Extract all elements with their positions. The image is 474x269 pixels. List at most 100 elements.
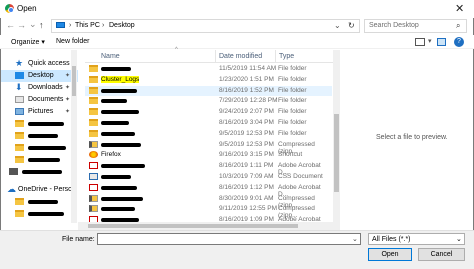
sidebar-item-redacted[interactable] (1, 208, 78, 220)
view-dropdown-icon[interactable]: ▾ (428, 37, 432, 45)
file-row[interactable]: 9/5/2019 12:53 PM File folder (85, 129, 332, 139)
file-type: File folder (278, 97, 307, 105)
file-date: 7/29/2019 12:28 PM (219, 97, 278, 105)
file-type: File folder (278, 75, 307, 83)
chevron-down-icon[interactable]: ⌄ (352, 235, 358, 243)
column-name[interactable]: Name (101, 53, 120, 60)
redaction (28, 146, 66, 150)
view-icon[interactable] (415, 38, 425, 46)
pin-icon: ✦ (65, 109, 71, 115)
file-type: File folder (278, 119, 307, 126)
sidebar-item-redacted[interactable] (1, 118, 78, 130)
sort-indicator-icon: ^ (175, 47, 178, 53)
file-list-scrollbar[interactable] (333, 50, 340, 223)
column-divider[interactable] (275, 50, 276, 63)
column-date[interactable]: Date modified (219, 53, 262, 60)
scrollbar-thumb[interactable] (88, 224, 298, 228)
sidebar-item-quick-access[interactable]: ★ Quick access (1, 58, 78, 70)
close-button[interactable]: ✕ (455, 2, 464, 15)
folder-icon (15, 120, 24, 127)
file-row[interactable]: 9/5/2019 12:53 PM Compressed (zipp... (85, 140, 332, 155)
title-bar: Open ✕ (0, 0, 474, 18)
sidebar-item-redacted[interactable] (1, 142, 78, 154)
redaction (28, 134, 58, 138)
desktop-icon (15, 72, 24, 79)
address-bar[interactable]: › This PC › Desktop ⌄ ↻ (51, 19, 360, 33)
file-date: 1/23/2020 1:51 PM (219, 75, 274, 83)
search-icon: ⌕ (456, 21, 461, 30)
redaction (101, 185, 137, 190)
redaction (101, 67, 131, 71)
folder-icon (15, 156, 24, 163)
up-button[interactable]: ↑ (39, 20, 44, 30)
chrome-icon (5, 4, 14, 13)
help-icon[interactable]: ? (454, 37, 464, 47)
search-box[interactable]: Search Desktop ⌕ (364, 19, 467, 33)
file-row[interactable]: 7/29/2019 12:28 PM File folder (85, 96, 332, 106)
css-icon (89, 173, 98, 180)
forward-button[interactable]: → (17, 20, 26, 30)
cloud-icon: ☁ (7, 184, 16, 194)
folder-icon (15, 210, 24, 217)
file-row[interactable]: 8/16/2019 3:04 PM File folder (85, 118, 332, 128)
file-date: 8/30/2019 9:01 AM (219, 194, 274, 202)
sidebar-item-redacted[interactable] (1, 196, 78, 208)
file-row[interactable]: 8/16/2019 1:11 PM Adobe Acrobat D... (85, 161, 332, 176)
sidebar-scrollbar[interactable] (71, 50, 77, 223)
pin-icon: ✦ (65, 85, 71, 91)
file-row[interactable]: 10/3/2019 7:09 AM CSS Document (85, 172, 332, 182)
redaction (101, 164, 145, 169)
download-icon: ⬇ (15, 82, 23, 92)
sidebar-item-label: Downloads (28, 84, 63, 91)
pdf-icon (89, 162, 98, 170)
file-row[interactable]: 8/16/2019 1:52 PM File folder (85, 85, 332, 96)
file-row[interactable]: 8/30/2019 9:01 AM Compressed (zipp... (85, 194, 332, 209)
refresh-icon[interactable]: ↻ (348, 21, 355, 30)
preview-pane-icon[interactable] (437, 38, 446, 46)
sidebar-item-onedrive[interactable]: ☁ OneDrive - Persor (1, 184, 78, 196)
file-row[interactable]: 8/16/2019 1:12 PM Adobe Acrobat D... (85, 183, 332, 198)
file-row[interactable]: 11/5/2019 11:54 AM File folder (85, 64, 332, 74)
file-type: File folder (278, 108, 307, 116)
sidebar-item-redacted[interactable] (1, 154, 78, 166)
sidebar-item-label: Quick access (28, 60, 70, 67)
recent-locations-button[interactable]: ⌄ (29, 19, 37, 30)
sidebar-item-pictures[interactable]: Pictures ✦ (1, 106, 78, 118)
sidebar-item-desktop[interactable]: Desktop ✦ (1, 70, 78, 82)
pin-icon: ✦ (65, 97, 71, 103)
file-row[interactable]: Cluster_Logs 1/23/2020 1:51 PM File folder (85, 75, 332, 85)
column-divider[interactable] (215, 50, 216, 63)
chevron-down-icon: ⌄ (456, 236, 462, 243)
file-name: Cluster_Logs (101, 75, 140, 83)
sidebar-item-downloads[interactable]: ⬇ Downloads ✦ (1, 82, 78, 94)
file-row[interactable]: 9/24/2019 2:07 PM File folder (85, 107, 332, 117)
new-folder-button[interactable]: New folder (56, 38, 89, 45)
folder-icon (15, 132, 24, 139)
redaction (22, 170, 62, 174)
sidebar-item-redacted[interactable] (1, 130, 78, 142)
zip-icon (89, 205, 98, 213)
scrollbar-thumb[interactable] (334, 114, 339, 192)
sidebar-item-redacted[interactable] (1, 166, 78, 178)
breadcrumb-this-pc[interactable]: This PC (75, 22, 100, 29)
file-type-select[interactable]: All Files (*.*) ⌄ (368, 233, 465, 245)
open-button[interactable]: Open (368, 248, 412, 261)
folder-icon (89, 97, 98, 105)
scrollbar-thumb[interactable] (72, 66, 76, 96)
file-row[interactable]: 9/11/2019 12:55 PM Compressed (zipp... (85, 204, 332, 219)
cancel-button[interactable]: Cancel (418, 248, 465, 261)
column-type[interactable]: Type (279, 53, 294, 60)
back-button[interactable]: ← (6, 20, 15, 30)
sidebar-item-documents[interactable]: Documents ✦ (1, 94, 78, 106)
file-row[interactable]: Firefox 9/16/2019 3:15 PM Shortcut (85, 150, 332, 160)
horizontal-scrollbar[interactable] (78, 222, 340, 230)
address-dropdown-icon[interactable]: ⌄ (334, 21, 341, 30)
zip-icon (89, 140, 98, 148)
navigation-pane: ★ Quick access Desktop ✦ ⬇ Downloads ✦ D… (1, 50, 78, 223)
redaction (101, 196, 143, 201)
redaction (101, 142, 141, 147)
pin-icon: ✦ (65, 73, 71, 79)
breadcrumb-desktop[interactable]: Desktop (109, 22, 135, 29)
organize-button[interactable]: Organize ▾ (11, 38, 45, 46)
file-name-input[interactable]: ⌄ (97, 233, 361, 245)
